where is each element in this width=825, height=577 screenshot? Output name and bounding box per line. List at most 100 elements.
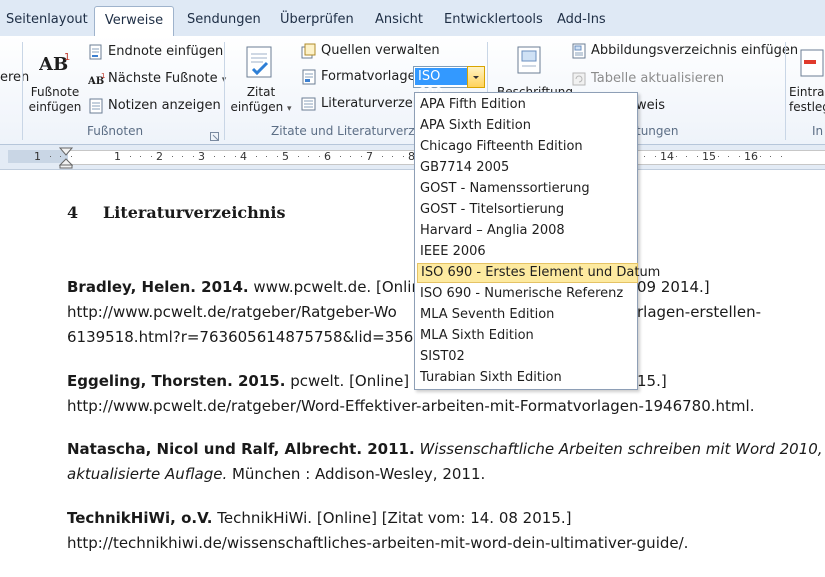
cross-reference-button[interactable]: weis	[636, 98, 665, 113]
ruler-tick	[129, 156, 131, 157]
ruler-tick	[318, 156, 320, 157]
dropdown-option[interactable]: GOST - Namenssortierung	[417, 179, 636, 199]
tab-sendungen[interactable]: Sendungen	[187, 8, 261, 32]
dropdown-option[interactable]: APA Sixth Edition	[417, 116, 636, 136]
dialog-launcher-icon[interactable]	[210, 126, 219, 145]
insert-table-of-figures-icon	[571, 43, 587, 63]
ruler-tick	[140, 156, 141, 157]
dropdown-option[interactable]: Harvard – Anglia 2008	[417, 221, 636, 241]
group-label-index: In	[812, 124, 824, 138]
dropdown-option[interactable]: ISO 690 - Erstes Element und Datum	[417, 263, 660, 283]
ruler-tick	[770, 156, 771, 157]
bibliography-entry-line: TechnikHiWi, o.V. TechnikHiWi. [Online] …	[67, 509, 572, 527]
dropdown-option[interactable]: APA Fifth Edition	[417, 95, 636, 115]
svg-text:1: 1	[101, 72, 105, 80]
manage-sources-icon	[301, 43, 317, 63]
insert-endnote-button[interactable]: Endnote einfügen	[108, 44, 223, 59]
ruler-tick	[381, 156, 383, 157]
ruler-number: 16	[744, 150, 758, 163]
footnote-icon: AB 1	[38, 50, 71, 78]
ruler-tick	[276, 156, 278, 157]
ribbon-tab-bar: Seitenlayout Verweise Sendungen Überprüf…	[0, 0, 825, 38]
tab-ansicht[interactable]: Ansicht	[375, 8, 423, 32]
show-notes-button[interactable]: Notizen anzeigen	[108, 98, 221, 113]
ruler-tick	[728, 156, 729, 157]
dropdown-option[interactable]: MLA Seventh Edition	[417, 305, 636, 325]
horizontal-ruler[interactable]: 112345678910111213141516	[0, 145, 825, 170]
ruler-tick	[213, 156, 215, 157]
bibliography-entry-line: rlagen-erstellen-	[637, 303, 761, 321]
bibliography-entry-line: Eggeling, Thorsten. 2015. pcwelt. [Onlin…	[67, 372, 438, 390]
tab-seitenlayout[interactable]: Seitenlayout	[6, 8, 88, 32]
group-separator	[224, 42, 225, 140]
ruler-number: 14	[660, 150, 674, 163]
heading-number: 4	[67, 203, 79, 222]
tab-add-ins[interactable]: Add-Ins	[557, 8, 606, 32]
dropdown-option[interactable]: MLA Sixth Edition	[417, 326, 636, 346]
dropdown-option[interactable]: IEEE 2006	[417, 242, 636, 262]
style-combobox[interactable]: ISO 690	[413, 66, 469, 101]
mark-entry-button[interactable]: Eintra festleg	[789, 85, 825, 115]
group-label-citations: Zitate und Literaturverzeichnis	[271, 124, 414, 138]
ruler-tick	[644, 156, 645, 157]
ruler-number: 15	[702, 150, 716, 163]
tab-verweise[interactable]: Verweise	[94, 6, 174, 38]
bibliography-icon	[301, 96, 317, 116]
ruler-number: 4	[240, 150, 247, 163]
insert-footnote-label-2: einfügen	[28, 100, 82, 114]
ruler-tick	[360, 156, 362, 157]
ruler-tick	[234, 156, 236, 157]
group-separator	[785, 42, 786, 140]
ruler-tick	[686, 156, 687, 157]
tab-ueberpruefen[interactable]: Überprüfen	[280, 8, 354, 32]
ruler-number: 2	[156, 150, 163, 163]
indent-marker-icon[interactable]	[58, 147, 74, 173]
insert-table-of-figures-button[interactable]: Abbildungsverzeichnis einfügen	[591, 43, 798, 58]
ruler-number: 3	[198, 150, 205, 163]
bibliography-entry-line: Bradley, Helen. 2014. www.pcwelt.de. [On…	[67, 278, 431, 296]
insert-citation-button[interactable]: Zitat einfügen ▾	[229, 85, 293, 117]
next-footnote-label: Nächste Fußnote	[108, 71, 218, 86]
chevron-down-icon	[473, 76, 479, 79]
ruler-tick	[192, 156, 194, 157]
bibliography-entry-line: Natascha, Nicol und Ralf, Albrecht. 2011…	[67, 440, 825, 458]
show-notes-icon	[88, 98, 104, 118]
ruler-tick	[308, 156, 309, 157]
mark-entry-icon	[800, 48, 825, 82]
dropdown-option[interactable]: ISO 690 - Numerische Referenz	[417, 284, 636, 304]
ruler-tick	[255, 156, 257, 157]
dropdown-option[interactable]: Chicago Fifteenth Edition	[417, 137, 636, 157]
group-label-footnotes: Fußnoten	[87, 124, 144, 138]
insert-footnote-button[interactable]: Fußnote einfügen	[28, 85, 82, 115]
ruler-tick	[182, 156, 183, 157]
dropdown-option[interactable]: GOST - Titelsortierung	[417, 200, 636, 220]
tab-entwicklertools[interactable]: Entwicklertools	[444, 8, 543, 32]
update-table-button[interactable]: Tabelle aktualisieren	[591, 71, 724, 86]
ruler-number: 7	[366, 150, 373, 163]
ruler-tick	[297, 156, 299, 157]
dropdown-option[interactable]: SIST02	[417, 347, 636, 367]
bibliography-entry-line: aktualisierte Auflage. München : Addison…	[67, 465, 486, 483]
ruler-tick	[392, 156, 393, 157]
insert-citation-icon	[243, 45, 277, 85]
ruler-tick	[654, 156, 656, 157]
style-dropdown-button[interactable]	[467, 66, 485, 88]
style-combobox-value: ISO 690	[415, 68, 468, 101]
insert-caption-icon	[515, 45, 543, 81]
dropdown-option[interactable]: Turabian Sixth Edition	[417, 368, 636, 388]
ruler-tick	[339, 156, 341, 157]
insert-footnote-label-1: Fußnote	[30, 85, 80, 99]
ruler-tick	[224, 156, 225, 157]
ruler-tick	[675, 156, 677, 157]
bibliography-entry-line: 15.]	[637, 372, 667, 390]
ruler-tick	[350, 156, 351, 157]
ruler-tick	[759, 156, 761, 157]
style-icon	[301, 69, 317, 89]
ruler-tick	[780, 156, 782, 157]
insert-citation-label-1: Zitat	[246, 85, 276, 99]
next-footnote-button[interactable]: Nächste Fußnote ▾	[108, 71, 226, 86]
dropdown-option[interactable]: GB7714 2005	[417, 158, 636, 178]
ruler-tick	[49, 156, 51, 157]
bibliography-button[interactable]: Literaturverzeichnis	[321, 96, 414, 111]
manage-sources-button[interactable]: Quellen verwalten	[321, 43, 440, 58]
